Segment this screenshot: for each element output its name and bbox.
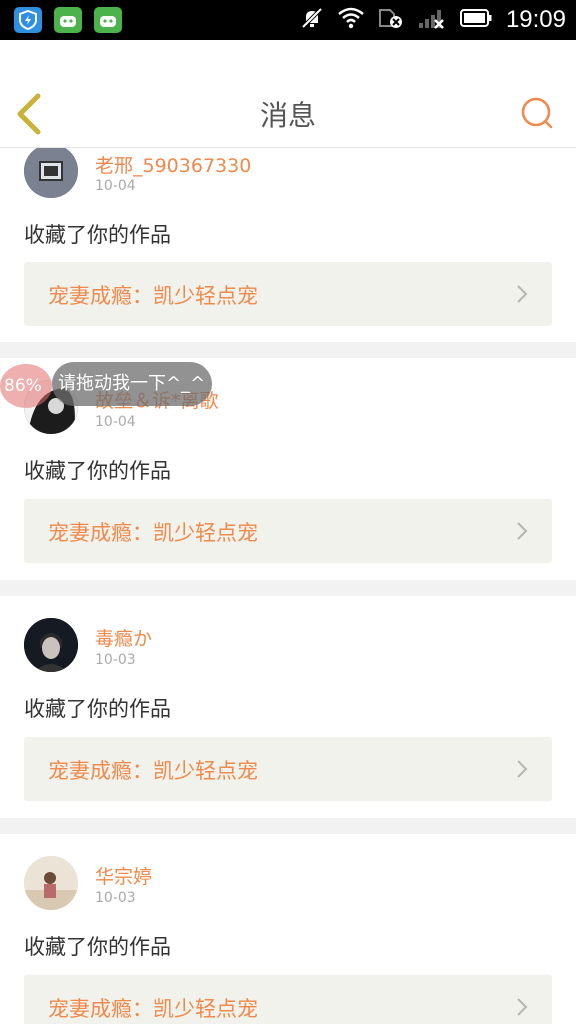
chevron-right-icon <box>517 998 528 1016</box>
action-text: 收藏了你的作品 <box>24 459 171 483</box>
message-date: 10-03 <box>95 890 136 906</box>
header: 消息 <box>0 40 576 148</box>
message-date: 10-04 <box>95 414 136 430</box>
work-link[interactable]: 宠妻成瘾：凯少轻点宠 <box>24 499 552 563</box>
chevron-right-icon <box>517 760 528 778</box>
clock: 19:09 <box>505 6 566 33</box>
mute-icon <box>300 6 324 34</box>
work-title: 宠妻成瘾：凯少轻点宠 <box>48 759 258 783</box>
signal-icon <box>418 7 446 33</box>
drag-hint-tooltip[interactable]: 请拖动我一下^_^ <box>52 362 212 406</box>
divider <box>0 342 576 358</box>
divider <box>0 580 576 596</box>
action-text: 收藏了你的作品 <box>24 223 171 247</box>
floating-percent-badge[interactable]: 86% <box>0 364 52 408</box>
wifi-icon <box>338 7 364 33</box>
action-text: 收藏了你的作品 <box>24 935 171 959</box>
work-link[interactable]: 宠妻成瘾：凯少轻点宠 <box>24 737 552 801</box>
avatar[interactable] <box>24 148 78 198</box>
list-item: 华宗婷 10-03 收藏了你的作品 宠妻成瘾：凯少轻点宠 <box>0 834 576 1024</box>
battery-icon <box>459 8 492 32</box>
work-title: 宠妻成瘾：凯少轻点宠 <box>48 997 258 1021</box>
android-app-icon <box>54 7 82 33</box>
chevron-right-icon <box>517 522 528 540</box>
message-list[interactable]: 老邢_590367330 10-04 收藏了你的作品 宠妻成瘾：凯少轻点宠 故垒… <box>0 148 576 1024</box>
search-icon <box>521 97 553 129</box>
chevron-right-icon <box>517 285 528 303</box>
username[interactable]: 毒瘾か <box>95 624 152 651</box>
username[interactable]: 老邢_590367330 <box>95 151 251 178</box>
message-date: 10-04 <box>95 178 136 194</box>
message-date: 10-03 <box>95 652 136 668</box>
divider <box>0 818 576 834</box>
page-title: 消息 <box>259 99 316 132</box>
avatar[interactable] <box>24 618 78 672</box>
sim-off-icon <box>378 7 404 33</box>
status-bar: 19:09 <box>0 0 576 40</box>
search-button[interactable] <box>520 96 554 130</box>
username[interactable]: 华宗婷 <box>95 862 152 889</box>
shield-app-icon <box>14 7 42 33</box>
action-text: 收藏了你的作品 <box>24 697 171 721</box>
work-title: 宠妻成瘾：凯少轻点宠 <box>48 521 258 545</box>
work-link[interactable]: 宠妻成瘾：凯少轻点宠 <box>24 975 552 1024</box>
list-item: 老邢_590367330 10-04 收藏了你的作品 宠妻成瘾：凯少轻点宠 <box>0 148 576 342</box>
avatar[interactable] <box>24 856 78 910</box>
work-title: 宠妻成瘾：凯少轻点宠 <box>48 284 258 308</box>
list-item: 毒瘾か 10-03 收藏了你的作品 宠妻成瘾：凯少轻点宠 <box>0 596 576 818</box>
work-link[interactable]: 宠妻成瘾：凯少轻点宠 <box>24 262 552 326</box>
android-app-icon <box>94 7 122 33</box>
